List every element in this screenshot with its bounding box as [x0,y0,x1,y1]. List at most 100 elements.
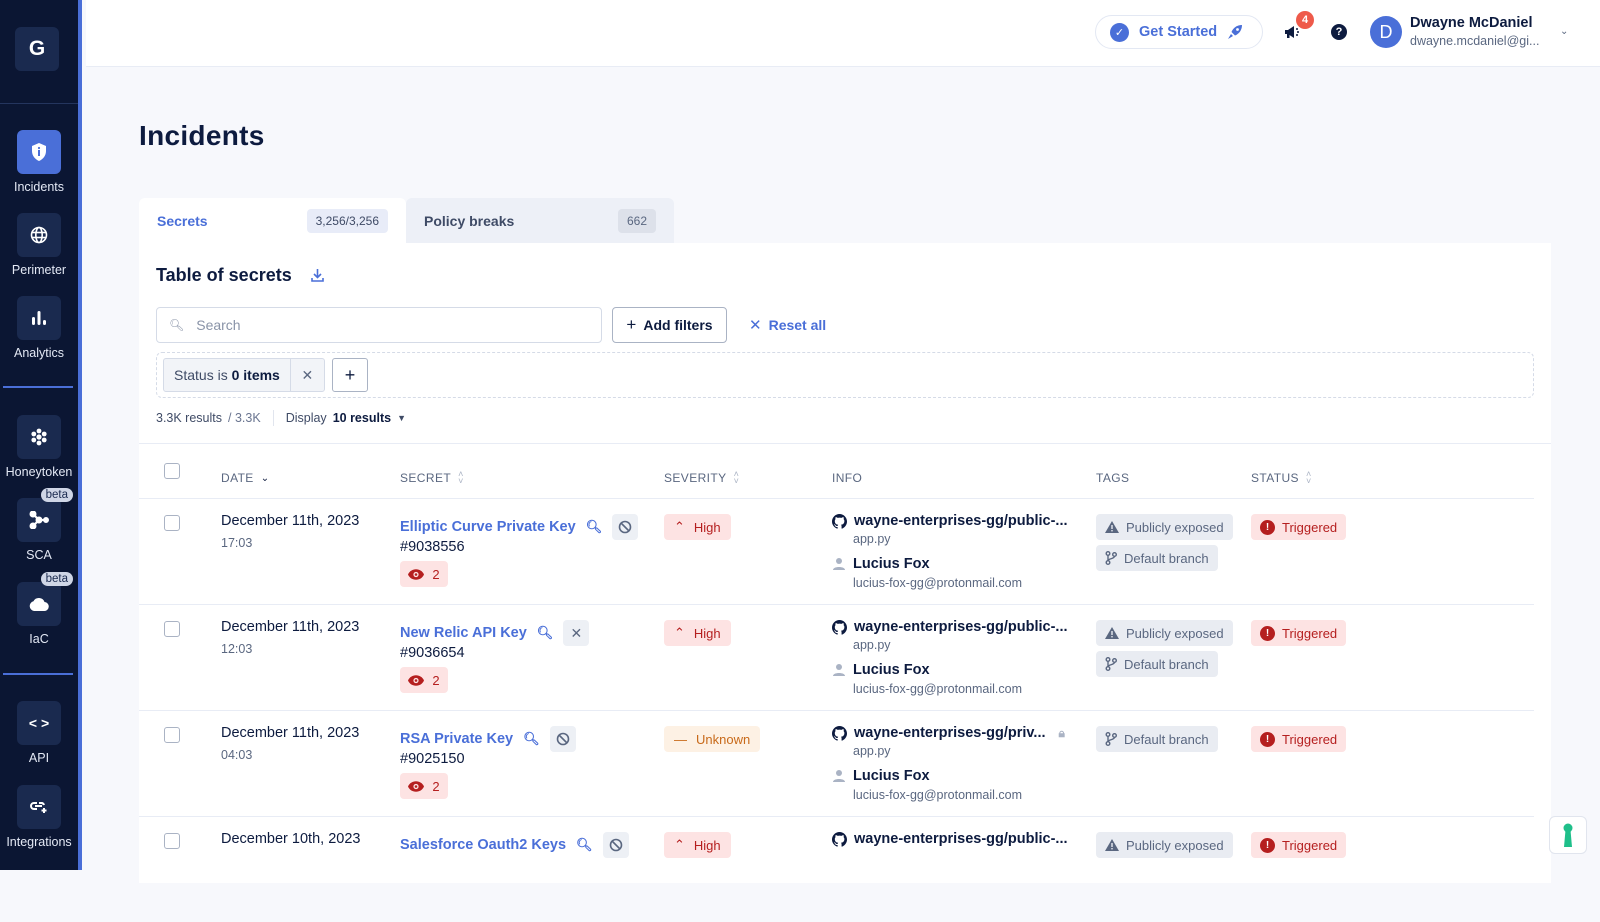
help-icon[interactable]: ? [1331,24,1347,40]
close-icon: ✕ [570,624,583,641]
sidebar-item-label: Analytics [13,346,65,360]
column-header-date[interactable]: DATE ⌄ [221,471,270,485]
table-row[interactable]: December 10th, 2023 Salesforce Oauth2 Key… [139,816,1534,922]
megaphone-icon[interactable] [1284,25,1300,39]
tab-secrets[interactable]: Secrets 3,256/3,256 [139,198,406,243]
download-icon[interactable] [311,268,324,282]
warning-icon [1105,627,1119,639]
secret-link[interactable]: RSA Private Key 🔍︎ [400,726,576,752]
github-icon [832,619,847,635]
get-started-button[interactable]: ✓ Get Started [1095,15,1263,49]
severity-label: High [693,625,721,641]
tab-policy-breaks[interactable]: Policy breaks 662 [406,198,674,243]
filter-chip-prefix: Status is [174,367,228,383]
severity-badge: ⌃ High [664,620,731,646]
status-label: Triggered [1282,625,1338,641]
code-icon: < > [28,715,50,731]
ignore-button[interactable] [612,514,639,540]
rocket-icon [1228,25,1243,39]
sidebar-item-incidents[interactable]: Incidents [0,130,78,194]
ignore-button[interactable] [549,726,576,752]
secret-link[interactable]: Salesforce Oauth2 Keys 🔍︎ [400,832,629,858]
zoom-in-icon[interactable]: 🔍︎ [576,837,593,853]
display-select[interactable]: 10 results [333,411,391,425]
zoom-in-icon[interactable]: 🔍︎ [523,731,540,747]
secret-link[interactable]: New Relic API Key 🔍︎ ✕ [400,620,590,646]
row-checkbox[interactable] [164,515,180,531]
row-checkbox[interactable] [164,833,180,849]
table-row[interactable]: December 11th, 2023 04:03 RSA Private Key 🔍… [139,710,1534,816]
add-filter-chip-button[interactable]: + [332,358,368,392]
nodes-icon [29,511,49,529]
repository-link[interactable]: wayne-enterprises-gg/public-... [832,831,1068,847]
avatar[interactable]: D [1370,16,1402,48]
sidebar-item-api[interactable]: < > API [0,701,78,765]
severity-label: High [693,519,721,535]
tab-label: Secrets [157,212,208,229]
zoom-in-icon[interactable]: 🔍︎ [586,519,603,535]
status-badge: ! Triggered [1251,726,1347,752]
status-badge: ! Triggered [1251,832,1347,858]
occurrences-badge: 2 [400,667,448,693]
warning-icon [1105,521,1119,533]
sidebar-item-label: API [28,751,50,765]
zoom-in-icon[interactable]: 🔍︎ [537,625,554,641]
incident-id: #9038556 [400,539,465,555]
remove-filter-button[interactable]: ✕ [289,359,324,391]
developer-email: lucius-fox-gg@protonmail.com [853,682,1023,696]
chevron-down-icon[interactable]: ⌄ [1560,26,1568,37]
globe-icon [30,226,48,244]
github-icon [832,513,847,529]
tag-label: Default branch [1124,656,1209,672]
logo[interactable]: G [15,27,59,71]
column-header-status[interactable]: STATUS ˄ ˅ [1251,470,1312,486]
beta-badge: beta [40,572,73,586]
tab-label: Policy breaks [424,212,515,229]
display-label: Display [285,411,327,425]
table-row[interactable]: December 11th, 2023 17:03 Elliptic Curve P… [139,498,1534,604]
filter-chip-status[interactable]: Status is 0 items ✕ [163,358,325,392]
search-placeholder: Search [196,317,241,333]
sidebar-item-analytics[interactable]: Analytics [0,296,78,360]
row-checkbox[interactable] [164,621,180,637]
select-all-checkbox[interactable] [164,463,180,479]
developer: Lucius Fox [832,662,930,678]
ignore-icon [609,838,622,852]
secret-link[interactable]: Elliptic Curve Private Key 🔍︎ [400,514,639,540]
chevron-down-icon[interactable]: ▼ [397,413,406,423]
sidebar-item-sca[interactable]: beta SCA [0,488,78,562]
column-header-secret[interactable]: SECRET ˄ ˅ [400,470,464,486]
sidebar-item-iac[interactable]: beta IaC [0,572,78,646]
repository-link[interactable]: wayne-enterprises-gg/public-... [832,619,1068,635]
person-icon [833,664,845,676]
alert-icon: ! [1260,837,1275,853]
table-row[interactable]: December 11th, 2023 12:03 New Relic API Ke… [139,604,1534,710]
incident-date: December 10th, 2023 [221,831,361,847]
user-name[interactable]: Dwayne McDaniel [1410,15,1533,31]
developer-email: lucius-fox-gg@protonmail.com [853,788,1023,802]
results-summary: 3.3K results / 3.3K Display 10 results ▼ [156,410,406,426]
branch-icon [1105,657,1117,671]
repository-link[interactable]: wayne-enterprises-gg/priv... 🔒︎ [832,725,1065,741]
row-checkbox[interactable] [164,727,180,743]
add-filters-button[interactable]: + Add filters [612,307,727,343]
sidebar-divider [3,673,73,675]
severity-label: High [693,837,721,853]
search-input[interactable]: 🔍︎ Search [156,307,602,343]
sidebar-item-honeytoken[interactable]: Honeytoken [0,415,78,479]
help-widget-button[interactable] [1549,816,1587,854]
ignore-button[interactable] [602,832,629,858]
ignore-icon [556,732,569,746]
column-header-severity[interactable]: SEVERITY ˄ ˅ [664,470,739,486]
tag-label: Publicly exposed [1126,837,1224,853]
reset-all-button[interactable]: ✕ Reset all [749,307,826,343]
close-button[interactable]: ✕ [563,620,590,646]
sidebar-item-perimeter[interactable]: Perimeter [0,213,78,277]
status-label: Triggered [1282,731,1338,747]
sidebar-item-integrations[interactable]: Integrations [0,785,78,849]
sidebar: G Incidents Perimeter Analytics Honeytok… [0,0,82,870]
chevron-up-icon: ⌃ [674,519,685,534]
repository-name: wayne-enterprises-gg/public-... [854,619,1068,635]
repository-link[interactable]: wayne-enterprises-gg/public-... [832,513,1068,529]
incident-date: December 11th, 2023 [221,619,360,635]
